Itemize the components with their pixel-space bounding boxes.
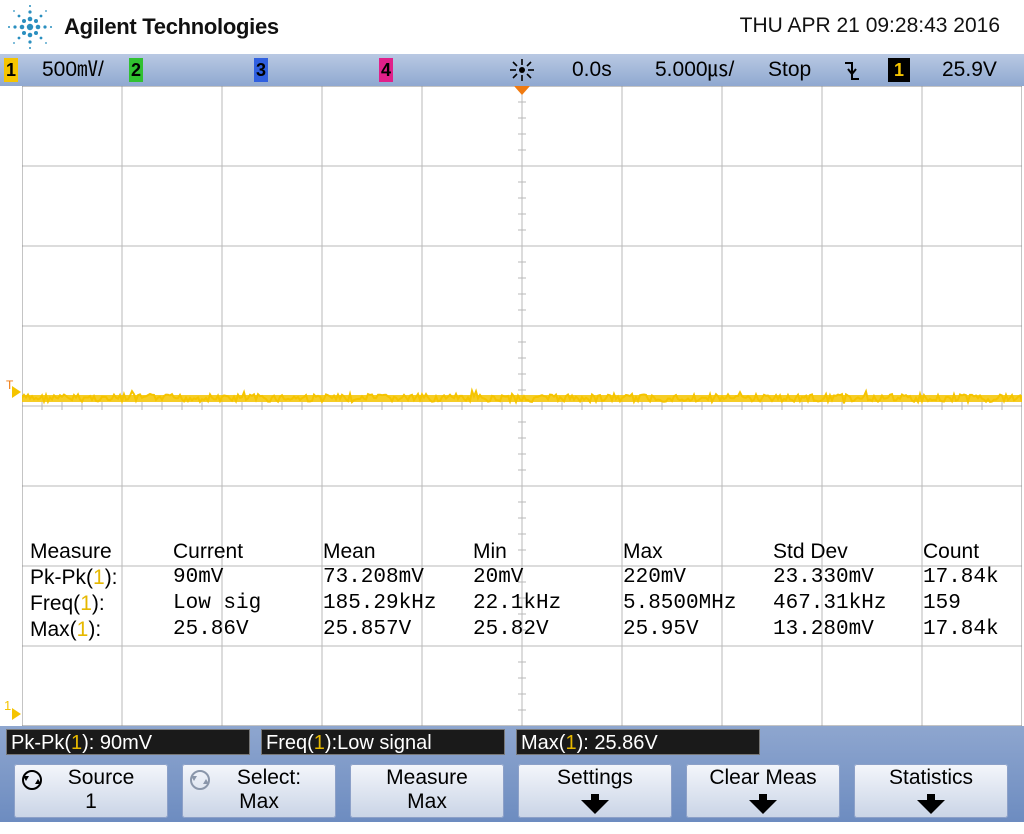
count-value: 17.84k — [923, 566, 999, 589]
current-value: Low sig — [173, 592, 262, 615]
header-current: Current — [173, 540, 244, 563]
trigger-position-marker-icon — [514, 86, 530, 95]
channel-1-ground-marker: 1 — [4, 698, 12, 713]
status-bar: 1 500㎷/ 2 3 4 0.0s 5.000㎲/ Stop 1 25.9V — [0, 54, 1024, 86]
measure-name: Pk-Pk(1): — [30, 566, 118, 589]
agilent-spark-logo-icon — [8, 5, 52, 49]
falling-edge-icon — [845, 62, 859, 80]
header-bar: Agilent Technologies THU APR 21 09:28:43… — [0, 0, 1024, 54]
measure-name: Freq(1): — [30, 592, 105, 615]
header-min: Min — [473, 540, 507, 563]
max-value: 220mV — [623, 566, 687, 589]
channel-4-indicator[interactable]: 4 — [379, 58, 393, 82]
channel-1-scale[interactable]: 500㎷/ — [42, 57, 104, 83]
brand-name: Agilent Technologies — [64, 14, 279, 39]
table-header-row: Measure Current Mean Min Max Std Dev Cou… — [30, 540, 979, 566]
measure-name: Max(1): — [30, 618, 102, 641]
max-value: 5.8500MHz — [623, 592, 737, 615]
left-marker-margin: T 1 — [0, 86, 22, 726]
channel-2-indicator[interactable]: 2 — [129, 58, 143, 82]
readout-max: Max(1): 25.86V — [516, 729, 760, 755]
table-row: Pk-Pk(1): 90mV 73.208mV 20mV 220mV 23.33… — [30, 566, 999, 592]
channel-1-trace-band — [22, 395, 1022, 402]
mean-value: 25.857V — [323, 618, 412, 641]
select-softkey[interactable]: Select: Max — [182, 764, 336, 818]
current-value: 25.86V — [173, 618, 249, 641]
down-arrow-icon — [917, 794, 945, 814]
date-time: THU APR 21 09:28:43 2016 — [739, 14, 1000, 37]
readout-freq: Freq(1):Low signal — [261, 729, 505, 755]
source-softkey[interactable]: Source 1 — [14, 764, 168, 818]
time-scale[interactable]: 5.000㎲/ — [655, 57, 734, 83]
softkey-panel: Pk-Pk(1): 90mV Freq(1):Low signal Max(1)… — [0, 726, 1024, 822]
time-reference-icon — [510, 59, 534, 81]
down-arrow-icon — [749, 794, 777, 814]
mean-value: 185.29kHz — [323, 592, 437, 615]
statistics-softkey[interactable]: Statistics — [854, 764, 1008, 818]
ground-arrow-icon — [12, 708, 21, 720]
min-value: 20mV — [473, 566, 524, 589]
max-value: 25.95V — [623, 618, 699, 641]
mean-value: 73.208mV — [323, 566, 424, 589]
count-value: 17.84k — [923, 618, 999, 641]
header-count: Count — [923, 540, 980, 563]
min-value: 22.1kHz — [473, 592, 562, 615]
std-dev-value: 467.31kHz — [773, 592, 887, 615]
min-value: 25.82V — [473, 618, 549, 641]
std-dev-value: 13.280mV — [773, 618, 874, 641]
channel-3-indicator[interactable]: 3 — [254, 58, 268, 82]
measure-softkey[interactable]: Measure Max — [350, 764, 504, 818]
clear-meas-softkey[interactable]: Clear Meas — [686, 764, 840, 818]
down-arrow-icon — [581, 794, 609, 814]
channel-1-indicator[interactable]: 1 — [4, 58, 18, 82]
run-state[interactable]: Stop — [768, 57, 811, 83]
trigger-level[interactable]: 25.9V — [942, 57, 997, 83]
current-value: 90mV — [173, 566, 224, 589]
trigger-level-arrow-icon — [12, 386, 21, 398]
header-mean: Mean — [323, 540, 376, 563]
header-std-dev: Std Dev — [773, 540, 848, 563]
trigger-source[interactable]: 1 — [888, 58, 910, 82]
table-row: Max(1): 25.86V 25.857V 25.82V 25.95V 13.… — [30, 618, 999, 644]
table-row: Freq(1): Low sig 185.29kHz 22.1kHz 5.850… — [30, 592, 961, 618]
count-value: 159 — [923, 592, 961, 615]
settings-softkey[interactable]: Settings — [518, 764, 672, 818]
header-measure: Measure — [30, 540, 112, 563]
std-dev-value: 23.330mV — [773, 566, 874, 589]
readout-pk-pk: Pk-Pk(1): 90mV — [6, 729, 250, 755]
time-delay[interactable]: 0.0s — [572, 57, 612, 83]
header-max: Max — [623, 540, 663, 563]
